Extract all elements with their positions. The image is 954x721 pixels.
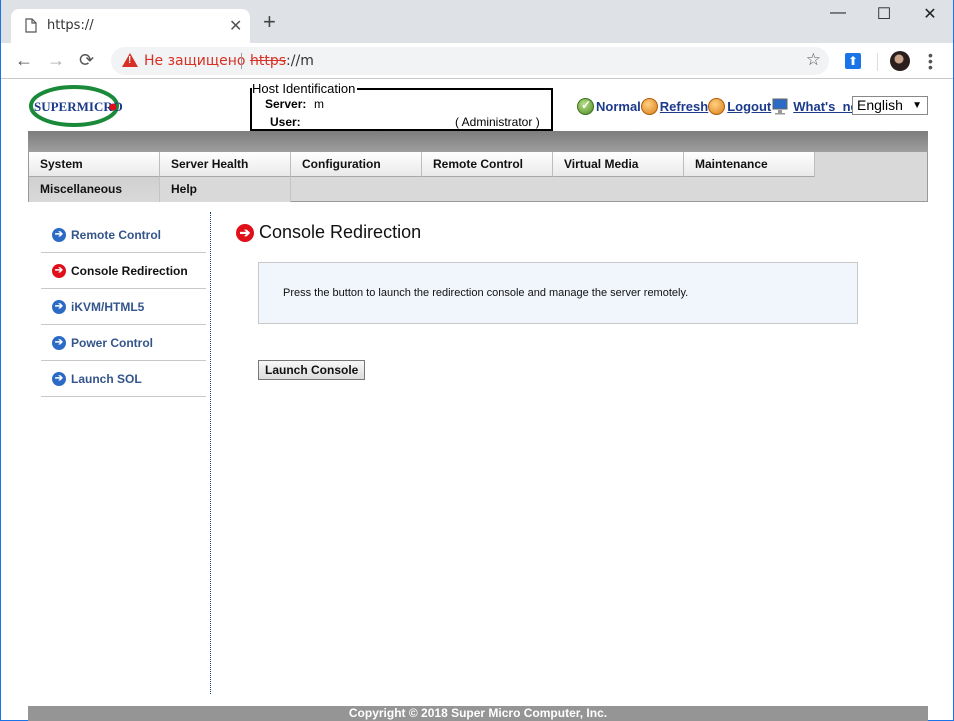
sidebar-item-remote-control[interactable]: ➔ Remote Control [41,217,206,253]
minimize-button[interactable]: — [815,4,861,22]
main-nav: System Server Health Configuration Remot… [28,152,928,202]
nav-header-bar [28,131,928,152]
tab-title: https:// [47,18,94,33]
language-select[interactable]: English ▼ [852,96,928,115]
page-title: ➔ Console Redirection [236,222,421,243]
sidebar-item-label: Launch SOL [71,371,142,386]
footer: Copyright © 2018 Super Micro Computer, I… [28,706,928,721]
sidebar-item-ikvm-html5[interactable]: ➔ iKVM/HTML5 [41,289,206,325]
status-normal: Normal [596,98,641,114]
reload-button[interactable]: ⟳ [79,50,94,71]
maximize-button[interactable]: ☐ [861,4,907,24]
refresh-link[interactable]: Refresh [660,99,708,114]
nav-configuration[interactable]: Configuration [291,152,422,177]
extension-icon[interactable]: ⬆ [845,53,861,69]
url-scheme: https [250,53,287,69]
page-icon [25,18,37,33]
nav-row-2: Miscellaneous Help [29,177,291,202]
close-tab-icon[interactable]: ✕ [229,16,242,36]
arrow-right-icon: ➔ [236,223,254,242]
nav-row-1: System Server Health Configuration Remot… [29,152,815,177]
sidebar-divider [210,212,211,694]
supermicro-logo: SUPERMICRO [29,85,122,127]
tab-strip: https:// ✕ + — ☐ ✕ [1,0,953,43]
bookmark-star-icon[interactable]: ☆ [806,50,821,70]
dropdown-arrow-icon: ▼ [912,100,922,111]
sidebar-item-label: Power Control [71,335,154,350]
arrow-right-icon: ➔ [52,263,66,278]
sidebar: ➔ Remote Control ➔ Console Redirection ➔… [41,217,206,397]
sidebar-item-launch-sol[interactable]: ➔ Launch SOL [41,361,206,397]
language-selected: English [857,97,903,113]
nav-help[interactable]: Help [160,177,291,202]
status-ok-icon [577,97,594,115]
sidebar-item-console-redirection[interactable]: ➔ Console Redirection [41,253,206,289]
server-label: Server: [265,97,307,111]
page-title-text: Console Redirection [259,222,422,242]
user-label: User: [270,115,301,129]
divider [877,53,878,71]
sidebar-item-label: iKVM/HTML5 [71,299,145,314]
logout-icon[interactable] [708,97,726,115]
logo-text: SUPERMICRO [34,99,122,114]
info-message: Press the button to launch the redirecti… [283,287,689,299]
arrow-right-icon: ➔ [52,335,66,350]
forward-button[interactable]: → [47,50,65,71]
address-bar[interactable]: Не защищено https://m ☆ [111,47,829,75]
nav-maintenance[interactable]: Maintenance [684,152,815,177]
bmc-page: SUPERMICRO Host Identification Server: m… [1,80,953,721]
arrow-right-icon: ➔ [52,299,66,314]
nav-miscellaneous[interactable]: Miscellaneous [29,177,160,202]
close-window-button[interactable]: ✕ [907,4,953,24]
arrow-right-icon: ➔ [52,227,66,242]
info-box: Press the button to launch the redirecti… [258,262,858,324]
security-status[interactable]: Не защищено [144,53,245,69]
status-toolbar: Normal Refresh Logout What's_new [577,96,868,116]
warning-icon [122,53,138,67]
user-value: ( Administrator ) [455,115,540,129]
sidebar-item-label: Remote Control [71,227,161,242]
nav-remote-control[interactable]: Remote Control [422,152,553,177]
nav-system[interactable]: System [29,152,160,177]
host-identification-legend: Host Identification [252,81,358,96]
host-identification: Host Identification Server: m User: ( Ad… [250,81,553,131]
logout-link[interactable]: Logout [727,99,771,114]
sidebar-item-label: Console Redirection [71,263,188,278]
browser-menu-icon[interactable]: • • • [928,48,933,74]
refresh-icon[interactable] [640,97,658,115]
monitor-icon[interactable] [771,97,789,115]
divider [241,53,242,69]
nav-server-health[interactable]: Server Health [160,152,291,177]
browser-window: https:// ✕ + — ☐ ✕ ← → ⟳ Не защищено htt… [0,0,954,721]
browser-toolbar: ← → ⟳ Не защищено https://m ☆ ⬆ ••• [1,43,953,79]
url-host: ://m [286,53,314,69]
browser-tab[interactable]: https:// ✕ [11,9,250,43]
sidebar-item-power-control[interactable]: ➔ Power Control [41,325,206,361]
back-button[interactable]: ← [15,50,33,71]
launch-console-button[interactable]: Launch Console [258,360,366,380]
nav-virtual-media[interactable]: Virtual Media [553,152,684,177]
arrow-right-icon: ➔ [52,371,66,386]
copyright-text: Copyright © 2018 Super Micro Computer, I… [348,706,608,720]
server-value: m [314,97,324,111]
profile-avatar[interactable] [890,51,910,71]
url-text[interactable]: https://m [250,53,314,69]
new-tab-button[interactable]: + [263,11,276,33]
